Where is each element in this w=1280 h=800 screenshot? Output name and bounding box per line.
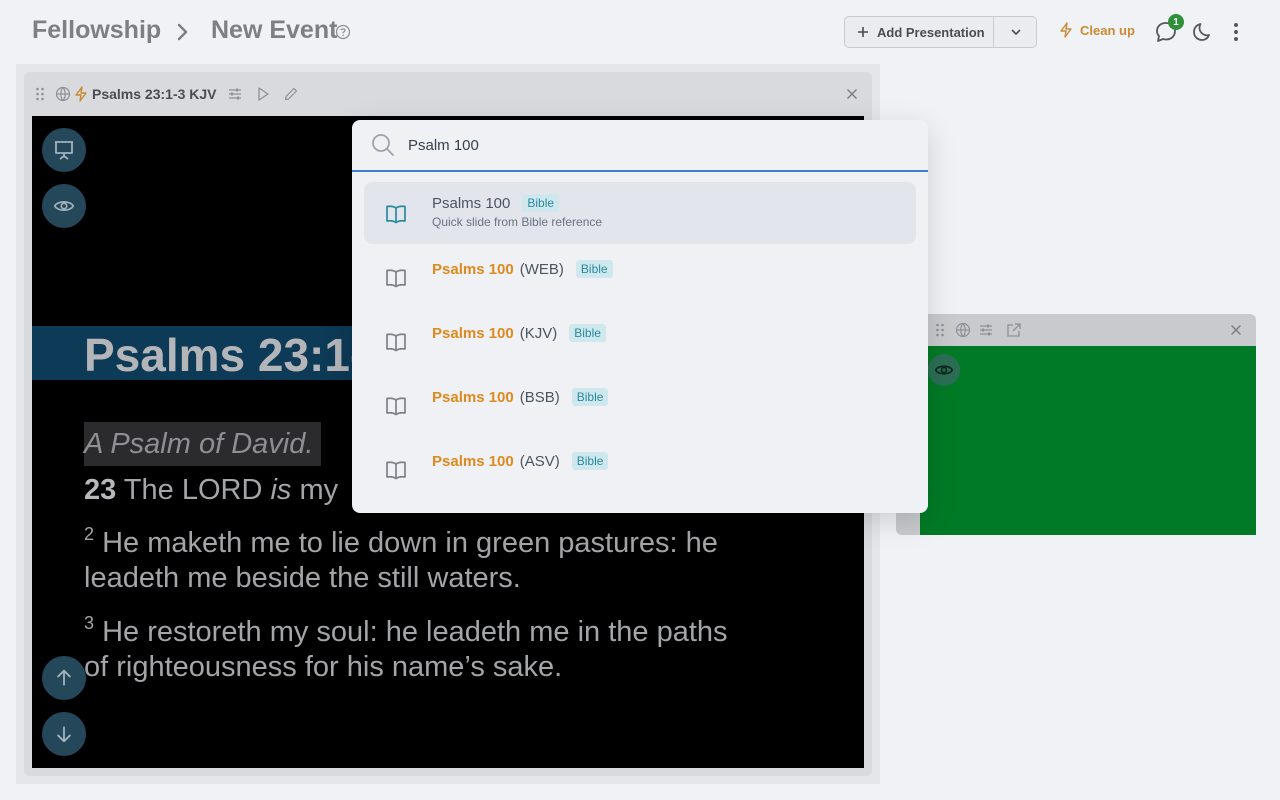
sliders-icon[interactable] <box>227 86 243 102</box>
sliders-icon[interactable] <box>978 322 994 338</box>
present-button[interactable] <box>42 128 86 172</box>
result-match: Psalms 100 <box>432 324 514 342</box>
presentation-icon <box>55 141 73 160</box>
chevron-right-icon <box>177 23 188 41</box>
plus-icon <box>858 27 868 37</box>
verse-number: 23 <box>84 474 117 506</box>
next-slide-button[interactable] <box>42 712 86 756</box>
breadcrumb-current: New Event <box>211 16 338 44</box>
close-icon[interactable] <box>1228 322 1244 338</box>
search-icon <box>372 134 394 156</box>
verse-text: my <box>291 474 339 506</box>
result-match: Psalms 100 <box>432 260 514 278</box>
globe-icon[interactable] <box>955 322 971 338</box>
result-match: Psalms 100 <box>432 388 514 406</box>
result-match: Psalms 100 <box>432 452 514 470</box>
book-icon <box>384 458 408 482</box>
book-icon <box>384 394 408 418</box>
output-eye-button[interactable] <box>928 354 960 386</box>
notification-badge: 1 <box>1168 14 1184 30</box>
eye-icon <box>934 365 954 375</box>
result-title: Psalms 100 (BSB) Bible <box>432 388 609 406</box>
result-item[interactable]: Psalms 100 (ASV) Bible <box>364 438 916 500</box>
book-icon <box>384 202 408 226</box>
arrow-down-icon <box>56 726 72 743</box>
top-bar: Fellowship New Event Add Presentation Cl… <box>0 0 1280 64</box>
clean-up-label: Clean up <box>1080 22 1135 38</box>
edit-pencil-icon[interactable] <box>283 86 299 102</box>
preview-eye-button[interactable] <box>42 184 86 228</box>
search-row <box>352 120 928 172</box>
book-icon <box>384 330 408 354</box>
drag-handle-icon[interactable] <box>932 322 948 338</box>
external-link-icon[interactable] <box>1006 322 1022 338</box>
help-icon[interactable] <box>335 24 351 40</box>
slide-verse-1: 23 The LORD is my <box>84 468 338 512</box>
result-version: (WEB) <box>519 260 564 278</box>
drag-handle-icon[interactable] <box>32 86 48 102</box>
result-version: (KJV) <box>519 324 558 342</box>
lightning-icon <box>1060 22 1072 38</box>
result-badge: Bible <box>571 452 609 470</box>
slide-title: Psalms 23:1-3 <box>84 329 391 381</box>
result-version: (BSB) <box>519 388 560 406</box>
command-palette: Psalms 100 Bible Quick slide from Bible re… <box>352 120 928 513</box>
slide-verse-3-cont: of righteousness for his name’s sake. <box>84 651 563 683</box>
result-item[interactable]: Psalms 100 (WEB) Bible <box>364 246 916 308</box>
result-badge: Bible <box>575 260 613 278</box>
arrow-up-icon <box>56 669 72 686</box>
verse-text-italic: is <box>270 474 292 506</box>
result-badge: Bible <box>569 324 606 342</box>
result-label: Psalms 100 <box>432 194 511 212</box>
result-subtitle: Quick slide from Bible reference <box>432 215 603 229</box>
slide-verse-2-cont: leadeth me beside the still waters. <box>84 562 521 594</box>
result-title: Psalms 100 (WEB) Bible <box>432 260 613 278</box>
result-title: Psalms 100 (ASV) Bible <box>432 452 609 470</box>
close-icon[interactable] <box>844 86 860 102</box>
output-preview[interactable] <box>920 346 1256 535</box>
result-badge: Bible <box>522 194 560 212</box>
chevron-down-icon <box>1011 29 1021 36</box>
result-item[interactable]: Psalms 100 Bible Quick slide from Bible re… <box>364 182 916 244</box>
eye-icon <box>53 201 75 211</box>
more-vertical-icon[interactable] <box>1224 20 1248 44</box>
play-icon[interactable] <box>255 86 271 102</box>
result-title: Psalms 100 (KJV) Bible <box>432 324 606 342</box>
verse-text: The LORD <box>116 474 271 506</box>
panel-title: Psalms 23:1-3 KJV <box>92 86 217 102</box>
add-presentation-button[interactable]: Add Presentation <box>845 17 994 47</box>
result-title: Psalms 100 Bible <box>432 194 560 212</box>
result-item[interactable]: Psalms 100 (KJV) Bible <box>364 310 916 372</box>
previous-slide-button[interactable] <box>42 656 86 700</box>
add-presentation-dropdown-button[interactable] <box>995 17 1037 47</box>
globe-icon[interactable] <box>55 86 71 102</box>
clean-up-button[interactable]: Clean up <box>1058 22 1135 38</box>
lightning-icon <box>75 86 87 102</box>
breadcrumb-root[interactable]: Fellowship <box>32 16 161 45</box>
slide-subtitle: A Psalm of David. <box>84 422 322 466</box>
result-item[interactable]: Psalms 100 (BSB) Bible <box>364 374 916 436</box>
verse-number: 3 <box>84 613 95 633</box>
result-badge: Bible <box>571 388 609 406</box>
result-version: (ASV) <box>519 452 560 470</box>
search-input[interactable] <box>408 134 908 156</box>
add-presentation-label: Add Presentation <box>877 24 985 40</box>
verse-text: He maketh me to lie down in green pastur… <box>94 527 718 559</box>
verse-text: He restoreth my soul: he leadeth me in t… <box>94 616 728 648</box>
book-icon <box>384 266 408 290</box>
verse-number: 2 <box>84 524 95 544</box>
moon-icon[interactable] <box>1190 20 1214 44</box>
add-presentation-group: Add Presentation <box>844 16 1037 48</box>
